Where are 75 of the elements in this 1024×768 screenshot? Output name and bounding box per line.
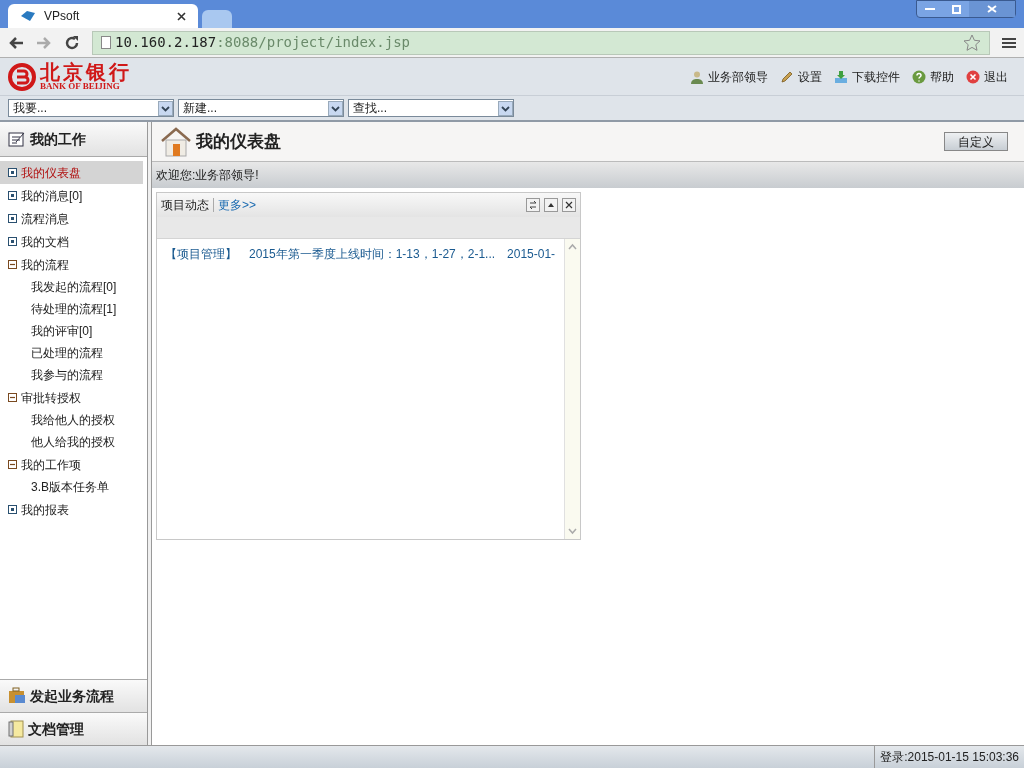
help-icon [912, 69, 926, 84]
sidebar-item[interactable]: 审批转授权 [0, 386, 143, 409]
tab-title: VPsoft [44, 8, 81, 25]
select-field[interactable]: 新建... [178, 99, 344, 117]
dropdown-icon [158, 100, 173, 116]
sidebar-subitem[interactable]: 我发起的流程[0] [0, 276, 147, 298]
house-icon [160, 126, 192, 157]
dropdown-icon [498, 100, 513, 116]
page-title: 我的仪表盘 [196, 130, 281, 153]
news-date: 2015-01- [507, 246, 556, 263]
customize-button[interactable]: 自定义 [944, 132, 1008, 151]
header-link[interactable]: 帮助 [912, 67, 954, 86]
sidebar-item[interactable]: 流程消息 [0, 207, 143, 230]
bullet-icon [8, 237, 17, 246]
page-icon [101, 36, 111, 49]
sidebar-subitem[interactable]: 3.B版本任务单 [0, 476, 147, 498]
sidebar-item[interactable]: 我的流程 [0, 253, 143, 276]
close-icon [966, 69, 980, 84]
menu-icon[interactable] [1002, 36, 1016, 49]
download-icon [834, 69, 848, 84]
news-link[interactable]: 2015年第一季度上线时间：1-13，1-27，2-1... [249, 245, 496, 263]
bullet-icon [8, 168, 17, 177]
bank-name-english: BANK OF BEIJING [40, 82, 120, 91]
url-host: 10.160.2.187 [115, 33, 217, 52]
bullet-icon [8, 191, 17, 200]
briefcase-icon [8, 687, 26, 705]
widget-title: 项目动态 [161, 197, 209, 214]
dropdown-icon [328, 100, 343, 116]
pencil-icon [780, 69, 794, 84]
back-icon[interactable] [8, 35, 24, 50]
star-icon[interactable] [963, 33, 981, 52]
sidebar-subitem[interactable]: 已处理的流程 [0, 342, 147, 364]
bank-name: 北京银行 [40, 62, 132, 82]
sidebar-subitem[interactable]: 待处理的流程[1] [0, 298, 147, 320]
more-link[interactable]: 更多>> [218, 196, 256, 214]
sidebar-item[interactable]: 我的仪表盘 [0, 161, 143, 184]
sidebar-item[interactable]: 我的文档 [0, 230, 143, 253]
accordion-header[interactable]: 发起业务流程 [0, 679, 147, 712]
header-link[interactable]: 下载控件 [834, 67, 900, 86]
header-link[interactable]: 业务部领导 [690, 67, 768, 86]
sidebar-subitem[interactable]: 我给他人的授权 [0, 409, 147, 431]
select-field[interactable]: 我要... [8, 99, 174, 117]
accordion-header[interactable]: 文档管理 [0, 712, 147, 745]
close-icon[interactable] [562, 198, 576, 212]
login-time: 登录:2015-01-15 15:03:36 [874, 746, 1024, 768]
category-label: 【项目管理】 [165, 246, 237, 263]
collapse-icon [8, 260, 17, 269]
close-window-icon[interactable] [969, 1, 1015, 17]
welcome-text: 欢迎您:业务部领导! [156, 167, 259, 184]
person-icon [690, 69, 704, 84]
sidebar-subitem[interactable]: 他人给我的授权 [0, 431, 147, 453]
reload-icon[interactable] [64, 34, 80, 51]
sidebar-subitem[interactable]: 我的评审[0] [0, 320, 147, 342]
header-link[interactable]: 设置 [780, 67, 822, 86]
new-tab-button[interactable] [202, 10, 232, 28]
collapse-icon [8, 460, 17, 469]
select-field[interactable]: 查找... [348, 99, 514, 117]
sidebar-item[interactable]: 我的工作项 [0, 453, 143, 476]
bullet-icon [8, 505, 17, 514]
browser-tab[interactable]: VPsoft [8, 4, 198, 28]
collapse-up-icon[interactable] [544, 198, 558, 212]
sidebar-title: 我的工作 [30, 129, 86, 149]
sidebar-subitem[interactable]: 我参与的流程 [0, 364, 147, 386]
sidebar-item[interactable]: 我的消息[0] [0, 184, 143, 207]
forward-icon[interactable] [36, 35, 52, 50]
notepad-icon [8, 131, 26, 147]
url-path: :8088/project/index.jsp [216, 33, 411, 52]
collapse-icon [8, 393, 17, 402]
bullet-icon [8, 214, 17, 223]
sidebar-item[interactable]: 我的报表 [0, 498, 143, 521]
address-bar[interactable]: 10.160.2.187:8088/project/index.jsp [92, 30, 990, 55]
document-icon [8, 720, 24, 738]
close-icon[interactable] [177, 11, 186, 21]
header-link[interactable]: 退出 [966, 67, 1008, 86]
bank-logo-icon [8, 62, 36, 91]
